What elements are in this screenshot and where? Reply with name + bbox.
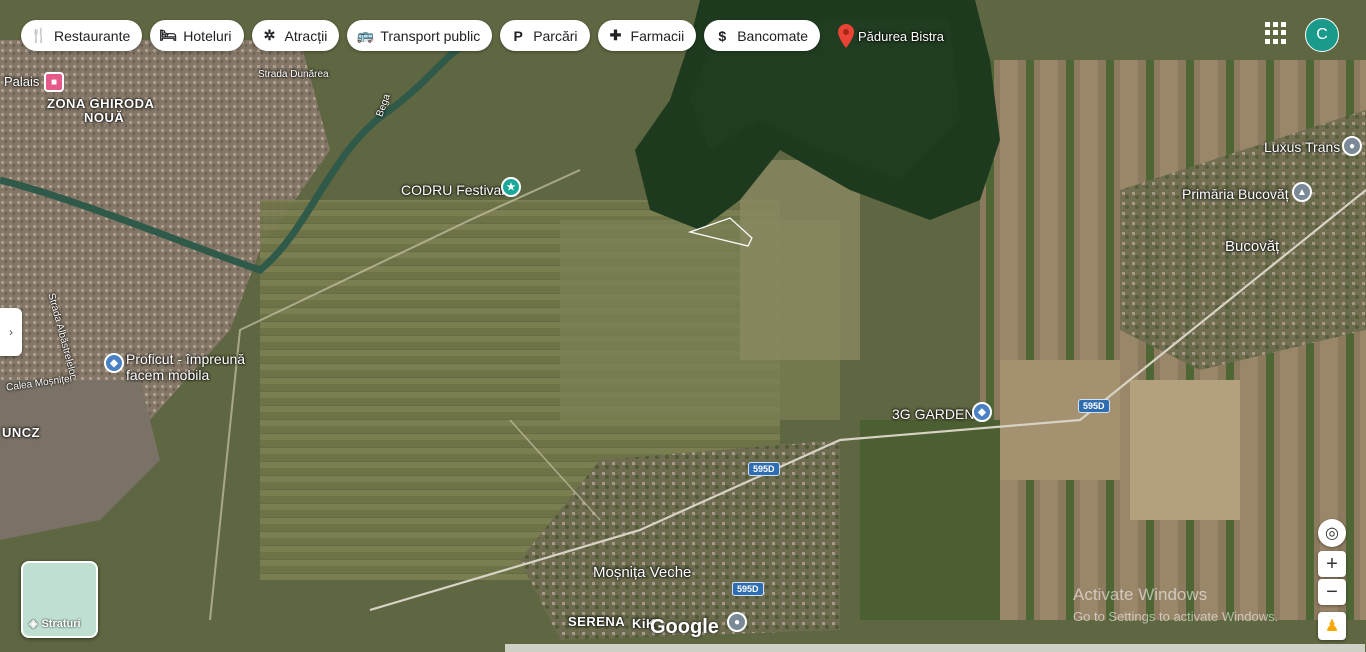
district-label-2: NOUĂ xyxy=(84,110,125,125)
windows-watermark-subtitle: Go to Settings to activate Windows. xyxy=(1073,609,1279,624)
parking-icon: P xyxy=(513,27,523,44)
expand-side-panel-button[interactable]: › xyxy=(0,308,22,356)
attraction-icon: ✲ xyxy=(263,27,276,43)
shop-pin-icon[interactable]: ◆ xyxy=(104,353,124,373)
fork-knife-icon: 🍴 xyxy=(30,27,48,43)
plus-icon: + xyxy=(1326,552,1338,575)
street-label-dunarea: Strada Dunărea xyxy=(258,69,329,80)
place-label-codru[interactable]: CODRU Festival xyxy=(401,182,504,198)
crosshair-icon: ◎ xyxy=(1325,525,1339,542)
zoom-out-button[interactable]: − xyxy=(1318,579,1346,605)
layers-label: ◈ Straturi xyxy=(29,617,81,631)
chevron-right-icon: › xyxy=(9,325,13,339)
shop-pin-icon[interactable]: ● xyxy=(727,612,747,632)
place-label-serena: SERENA xyxy=(568,614,626,629)
place-label-3g-garden[interactable]: 3G GARDEN xyxy=(892,406,974,422)
place-label-luxus[interactable]: Luxus Trans xyxy=(1264,139,1340,155)
chip-label: Transport public xyxy=(380,27,481,44)
attribution-bar xyxy=(505,644,1365,652)
layers-button[interactable]: ◈ Straturi xyxy=(21,561,98,638)
chip-label: Atracții xyxy=(284,27,328,44)
google-logo: Google xyxy=(650,616,719,638)
chip-transit[interactable]: 🚌 Transport public xyxy=(347,20,493,51)
search-pin-label[interactable]: Pădurea Bistra xyxy=(858,29,944,44)
chip-attractions[interactable]: ✲ Atracții xyxy=(251,20,340,51)
place-label-proficut-2[interactable]: facem mobila xyxy=(126,367,209,383)
district-label-1: ZONA GHIRODA xyxy=(47,96,155,111)
district-label-uncz: UNCZ xyxy=(2,425,41,440)
google-apps-icon[interactable] xyxy=(1265,22,1287,44)
my-location-button[interactable]: ◎ xyxy=(1318,519,1346,547)
hotel-icon[interactable]: ■ xyxy=(44,72,64,92)
place-label-palais[interactable]: Palais xyxy=(4,74,39,89)
satellite-map[interactable] xyxy=(0,0,1366,652)
shop-pin-icon[interactable]: ◆ xyxy=(972,402,992,422)
bed-icon: 🛏 xyxy=(159,27,178,43)
layers-text: Straturi xyxy=(41,617,81,630)
bus-icon: 🚌 xyxy=(356,27,375,43)
atm-icon: $ xyxy=(718,27,727,44)
place-label-primaria[interactable]: Primăria Bucovăț xyxy=(1182,186,1289,202)
category-chips: 🍴 Restaurante 🛏 Hoteluri ✲ Atracții 🚌 Transp… xyxy=(21,20,821,51)
pegman-icon: ♟ xyxy=(1324,618,1340,635)
chip-label: Farmacii xyxy=(630,27,685,44)
layers-icon: ◈ xyxy=(29,618,38,630)
location-pin-icon[interactable] xyxy=(838,24,854,48)
road-badge: 595D xyxy=(748,462,780,476)
attraction-pin-icon[interactable]: ★ xyxy=(501,177,521,197)
minus-icon: − xyxy=(1326,580,1338,603)
windows-watermark-title: Activate Windows xyxy=(1073,585,1208,604)
chip-label: Bancomate xyxy=(737,27,809,44)
town-label-mosnita: Moșnița Veche xyxy=(593,564,692,581)
chip-atms[interactable]: $ Bancomate xyxy=(704,20,821,51)
chip-label: Hoteluri xyxy=(183,27,232,44)
chip-label: Parcări xyxy=(533,27,578,44)
chip-pharmacies[interactable]: ✚ Farmacii xyxy=(597,20,697,51)
chip-parking[interactable]: P Parcări xyxy=(500,20,590,51)
pegman-button[interactable]: ♟ xyxy=(1318,612,1346,640)
place-label-proficut[interactable]: Proficut - împreună xyxy=(126,351,245,367)
zoom-in-button[interactable]: + xyxy=(1318,551,1346,577)
business-pin-icon[interactable]: ● xyxy=(1342,136,1362,156)
road-badge: 595D xyxy=(1078,399,1110,413)
chip-restaurants[interactable]: 🍴 Restaurante xyxy=(21,20,143,51)
chip-hotels[interactable]: 🛏 Hoteluri xyxy=(150,20,244,51)
town-label-bucovat: Bucovăț xyxy=(1225,238,1280,255)
townhall-pin-icon[interactable]: ▲ xyxy=(1292,182,1312,202)
chip-label: Restaurante xyxy=(54,27,131,44)
account-avatar[interactable]: C xyxy=(1305,18,1339,52)
pharmacy-icon: ✚ xyxy=(609,27,622,43)
road-badge: 595D xyxy=(732,582,764,596)
